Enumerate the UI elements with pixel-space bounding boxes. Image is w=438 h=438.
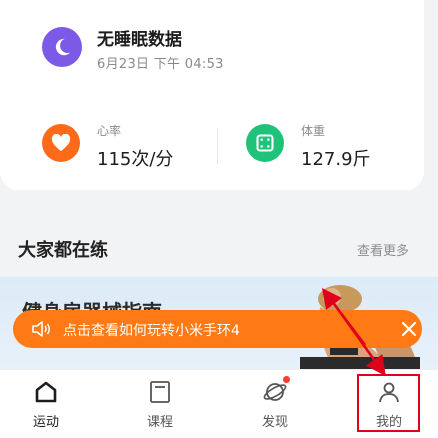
tab-sport[interactable]: 运动 xyxy=(11,370,81,438)
heart-rate-value[interactable]: 115次/分 xyxy=(97,145,173,171)
toast-text: 点击查看如何玩转小米手环4 xyxy=(63,323,240,339)
notification-dot xyxy=(283,376,290,383)
section-title: 大家都在练 xyxy=(18,240,108,261)
discover-planet-icon xyxy=(263,383,287,401)
tab-discover[interactable]: 发现 xyxy=(240,370,310,438)
stats-divider xyxy=(217,128,218,164)
moon-sleep-icon: z xyxy=(42,27,82,67)
see-more-link[interactable]: 查看更多 xyxy=(357,240,409,259)
sleep-time: 6月23日 下午 04:53 xyxy=(97,57,224,72)
weight-value[interactable]: 127.9斤 xyxy=(301,145,371,171)
course-icon xyxy=(150,381,170,403)
sleep-title[interactable]: 无睡眠数据 xyxy=(97,25,182,50)
close-icon[interactable] xyxy=(399,319,419,339)
heart-rate-label: 心率 xyxy=(97,124,122,138)
highlight-box xyxy=(357,374,420,432)
scale-weight-icon xyxy=(246,124,284,162)
home-icon xyxy=(35,381,57,403)
tab-course[interactable]: 课程 xyxy=(125,370,195,438)
tab-label: 运动 xyxy=(32,415,59,430)
tab-label: 课程 xyxy=(146,415,173,430)
tutorial-toast[interactable]: 点击查看如何玩转小米手环4 xyxy=(13,310,422,348)
speaker-icon xyxy=(32,321,50,337)
svg-text:z: z xyxy=(63,41,67,49)
health-summary-card: z 无睡眠数据 6月23日 下午 04:53 心率 115次/分 体重 127.… xyxy=(0,0,424,190)
weight-label: 体重 xyxy=(301,124,326,138)
heart-icon xyxy=(42,124,80,162)
tab-label: 发现 xyxy=(261,415,288,430)
